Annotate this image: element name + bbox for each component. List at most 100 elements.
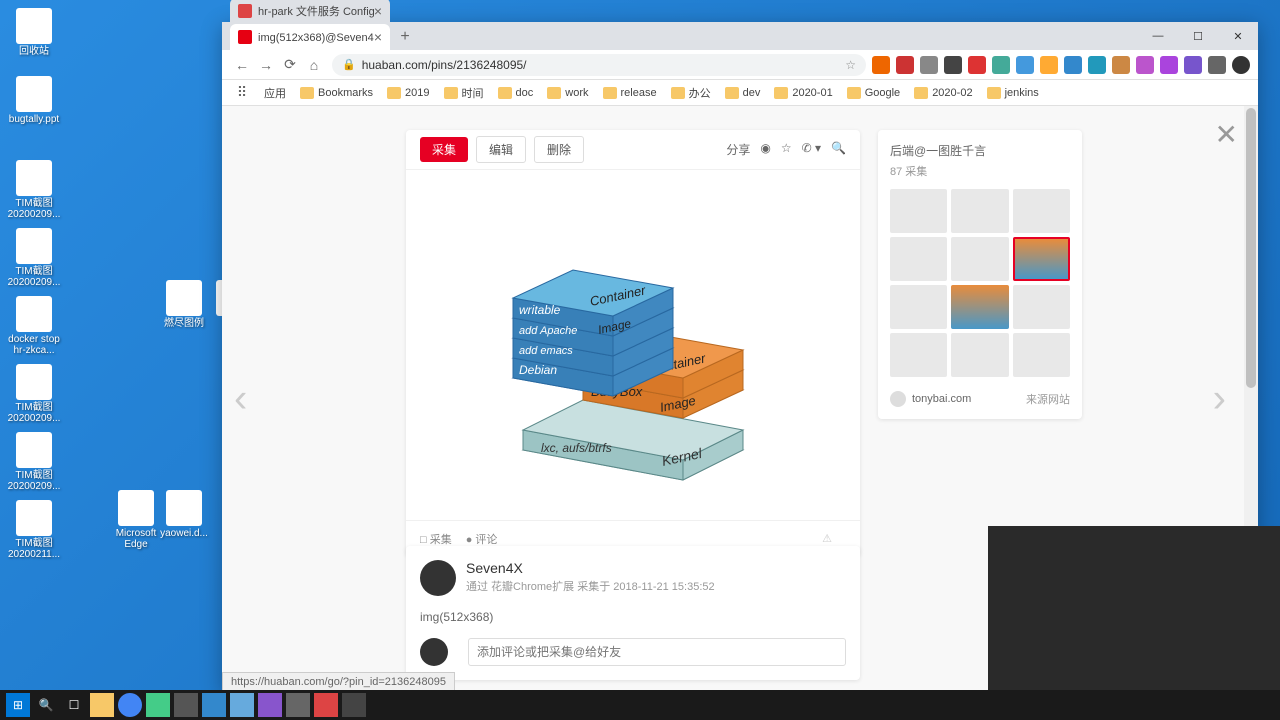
zoom-icon[interactable]: 🔍 — [831, 141, 846, 158]
bookmark[interactable]: 办公 — [665, 83, 717, 103]
chrome-icon[interactable] — [118, 693, 142, 717]
bookmark[interactable]: 2020-02 — [908, 83, 978, 103]
app-icon[interactable] — [342, 693, 366, 717]
close-window-button[interactable]: ✕ — [1218, 22, 1258, 50]
ext-icon[interactable] — [896, 56, 914, 74]
desktop-icon[interactable]: TIM截图 20200209... — [6, 432, 62, 492]
search-icon[interactable]: 🔍 — [34, 693, 58, 717]
app-icon[interactable] — [174, 693, 198, 717]
thumb[interactable] — [890, 285, 947, 329]
desktop-icon[interactable]: TIM截图 20200209... — [6, 160, 62, 220]
app-icon[interactable] — [146, 693, 170, 717]
source-label[interactable]: 来源网站 — [1026, 391, 1070, 407]
thumb[interactable] — [890, 189, 947, 233]
start-button[interactable]: ⊞ — [6, 693, 30, 717]
minimize-button[interactable]: — — [1138, 22, 1178, 50]
browser-tab[interactable]: hr-park 文件服务 Config [Jen× — [230, 0, 390, 24]
desktop-icon[interactable]: docker stop hr-zkca... — [6, 296, 62, 356]
footer-pin[interactable]: □ 采集 — [420, 531, 452, 547]
ext-icon[interactable] — [944, 56, 962, 74]
desktop-icon[interactable]: bugtally.ppt — [6, 76, 62, 125]
close-tab-icon[interactable]: × — [374, 29, 382, 45]
explorer-icon[interactable] — [90, 693, 114, 717]
ext-icon[interactable] — [1064, 56, 1082, 74]
url-input[interactable]: 🔒 huaban.com/pins/2136248095/ ☆ — [332, 54, 866, 76]
pin-button[interactable]: 采集 — [420, 137, 468, 162]
app-icon[interactable] — [230, 693, 254, 717]
board-title[interactable]: 后端@一图胜千言 — [890, 142, 1070, 159]
desktop-icon[interactable]: TIM截图 20200209... — [6, 228, 62, 288]
back-button[interactable]: ← — [230, 53, 254, 77]
thumb[interactable] — [951, 189, 1008, 233]
desktop-icon[interactable]: 燃尽图例 — [156, 280, 212, 329]
source-domain[interactable]: tonybai.com — [912, 393, 971, 405]
ext-icon[interactable] — [872, 56, 890, 74]
ext-icon[interactable] — [1112, 56, 1130, 74]
comment-input[interactable] — [468, 638, 846, 666]
thumb-current[interactable] — [1013, 237, 1070, 281]
thumb[interactable] — [1013, 189, 1070, 233]
ext-icon[interactable] — [1088, 56, 1106, 74]
home-button[interactable]: ⌂ — [302, 53, 326, 77]
ext-icon[interactable] — [1208, 56, 1226, 74]
app-icon[interactable] — [258, 693, 282, 717]
close-icon[interactable]: ✕ — [1215, 118, 1238, 151]
thumb[interactable] — [951, 333, 1008, 377]
weibo-icon[interactable]: ◉ — [760, 141, 770, 158]
prev-arrow[interactable]: ‹ — [234, 377, 247, 422]
thumb[interactable] — [1013, 333, 1070, 377]
report-icon[interactable]: ⚠ — [822, 532, 832, 545]
share-button[interactable]: 分享 — [726, 141, 750, 158]
bookmark[interactable]: 时间 — [438, 83, 490, 103]
browser-tab[interactable]: img(512x368)@Seven4X采集到× — [230, 24, 390, 50]
bookmark[interactable]: Bookmarks — [294, 83, 379, 103]
footer-comment[interactable]: ● 评论 — [466, 531, 498, 547]
bookmark[interactable]: jenkins — [981, 83, 1045, 103]
bookmark[interactable]: 应用 — [258, 83, 292, 103]
bookmark[interactable]: 2019 — [381, 83, 435, 103]
bookmark[interactable]: dev — [719, 83, 767, 103]
reload-button[interactable]: ⟳ — [278, 53, 302, 77]
ext-icon[interactable] — [1040, 56, 1058, 74]
next-arrow[interactable]: › — [1213, 377, 1226, 422]
ext-icon[interactable] — [968, 56, 986, 74]
apps-icon[interactable]: ⠿ — [230, 81, 254, 105]
ext-icon[interactable] — [1136, 56, 1154, 74]
star-icon[interactable]: ☆ — [845, 58, 856, 72]
author-name[interactable]: Seven4X — [466, 560, 715, 576]
desktop-icon[interactable]: yaowei.d... — [156, 490, 212, 539]
bookmark[interactable]: release — [597, 83, 663, 103]
edit-button[interactable]: 编辑 — [476, 136, 526, 163]
thumb[interactable] — [1013, 285, 1070, 329]
pin-image[interactable]: lxc, aufs/btrfs Kernel BusyBox Image wri… — [406, 170, 860, 520]
ext-icon[interactable] — [1160, 56, 1178, 74]
ext-icon[interactable] — [992, 56, 1010, 74]
thumb[interactable] — [890, 333, 947, 377]
ext-icon[interactable] — [920, 56, 938, 74]
app-icon[interactable] — [202, 693, 226, 717]
ext-icon[interactable] — [1016, 56, 1034, 74]
thumb[interactable] — [951, 285, 1008, 329]
bookmark[interactable]: 2020-01 — [768, 83, 838, 103]
close-tab-icon[interactable]: × — [374, 3, 382, 19]
bookmark[interactable]: doc — [492, 83, 540, 103]
desktop-icon[interactable]: TIM截图 20200209... — [6, 364, 62, 424]
bookmark[interactable]: work — [541, 83, 594, 103]
forward-button[interactable]: → — [254, 53, 278, 77]
delete-button[interactable]: 删除 — [534, 136, 584, 163]
thumb[interactable] — [890, 237, 947, 281]
ext-icon[interactable] — [1184, 56, 1202, 74]
wechat-icon[interactable]: ✆ ▾ — [802, 141, 821, 158]
thumb[interactable] — [951, 237, 1008, 281]
new-tab-button[interactable]: + — [392, 24, 418, 50]
desktop-icon[interactable]: 回收站 — [6, 8, 62, 57]
profile-icon[interactable] — [1232, 56, 1250, 74]
app-icon[interactable] — [314, 693, 338, 717]
bookmark[interactable]: Google — [841, 83, 906, 103]
desktop-icon[interactable]: TIM截图 20200211... — [6, 500, 62, 560]
fav-icon[interactable]: ☆ — [781, 141, 792, 158]
maximize-button[interactable]: ☐ — [1178, 22, 1218, 50]
app-icon[interactable] — [286, 693, 310, 717]
avatar[interactable] — [420, 560, 456, 596]
task-view-icon[interactable]: ☐ — [62, 693, 86, 717]
